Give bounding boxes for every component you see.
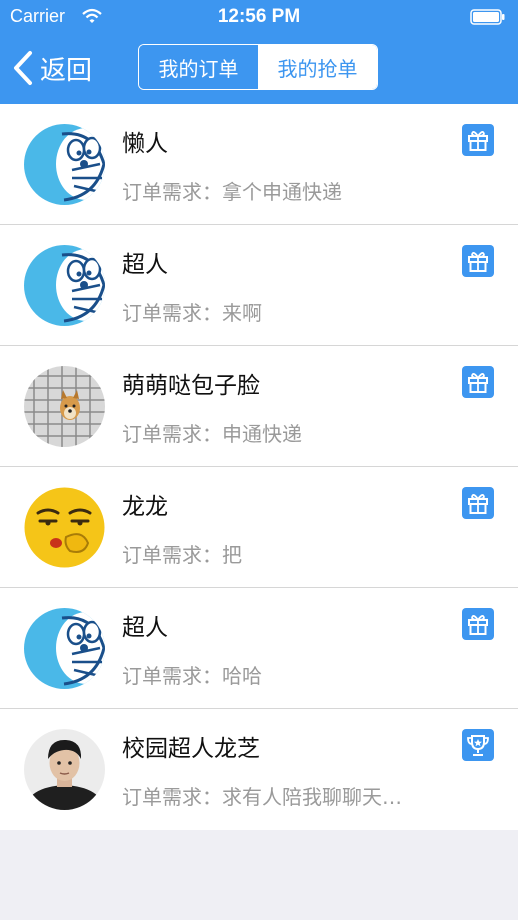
- order-requirement: 订单需求：求有人陪我聊聊天…: [122, 785, 402, 809]
- gift-icon[interactable]: [462, 245, 494, 277]
- battery-icon: [470, 9, 505, 25]
- list-item[interactable]: 校园超人龙芝 订单需求：求有人陪我聊聊天…: [0, 709, 518, 830]
- order-requirement: 订单需求：把: [122, 543, 242, 567]
- order-segmented-control: 我的订单 我的抢单: [138, 44, 378, 90]
- doraemon-avatar: [24, 124, 105, 205]
- gift-icon[interactable]: [462, 366, 494, 398]
- tab-my-grabbed-orders[interactable]: 我的抢单: [258, 45, 377, 89]
- list-item[interactable]: 超人 订单需求：来啊: [0, 225, 518, 346]
- order-requirement: 订单需求：拿个申通快递: [122, 180, 342, 204]
- order-user-name: 校园超人龙芝: [122, 736, 260, 762]
- back-label: 返回: [40, 55, 93, 86]
- list-item[interactable]: 懒人 订单需求：拿个申通快递: [0, 104, 518, 225]
- app-header: Carrier 12:56 PM 返回 我的订单 我的抢单: [0, 0, 518, 104]
- chevron-left-icon: [14, 51, 32, 85]
- doraemon-avatar: [24, 245, 105, 326]
- order-requirement: 订单需求：来啊: [122, 301, 262, 325]
- gift-icon[interactable]: [462, 608, 494, 640]
- order-user-name: 超人: [122, 252, 168, 278]
- navigation-bar: 返回 我的订单 我的抢单: [0, 34, 518, 104]
- status-bar: Carrier 12:56 PM: [0, 0, 518, 34]
- doraemon-avatar: [24, 608, 105, 689]
- order-requirement: 订单需求：哈哈: [122, 664, 262, 688]
- list-item[interactable]: 龙龙 订单需求：把: [0, 467, 518, 588]
- list-item[interactable]: 萌萌哒包子脸 订单需求：申通快递: [0, 346, 518, 467]
- order-user-name: 萌萌哒包子脸: [122, 373, 260, 399]
- gift-icon[interactable]: [462, 124, 494, 156]
- back-button[interactable]: 返回: [12, 48, 92, 88]
- trophy-icon[interactable]: [462, 729, 494, 761]
- order-user-name: 龙龙: [122, 494, 168, 520]
- order-list: 懒人 订单需求：拿个申通快递 超人 订单需求：来啊 萌萌哒包子脸 订单需求：申通…: [0, 104, 518, 830]
- list-item[interactable]: 超人 订单需求：哈哈: [0, 588, 518, 709]
- order-user-name: 超人: [122, 615, 168, 641]
- gift-icon[interactable]: [462, 487, 494, 519]
- person-photo-avatar: [24, 729, 105, 810]
- order-user-name: 懒人: [122, 131, 168, 157]
- order-requirement: 订单需求：申通快递: [122, 422, 302, 446]
- tab-my-orders[interactable]: 我的订单: [139, 45, 258, 89]
- status-time: 12:56 PM: [217, 6, 301, 27]
- emoji-face-avatar: [24, 487, 105, 568]
- dog-photo-avatar: [24, 366, 105, 447]
